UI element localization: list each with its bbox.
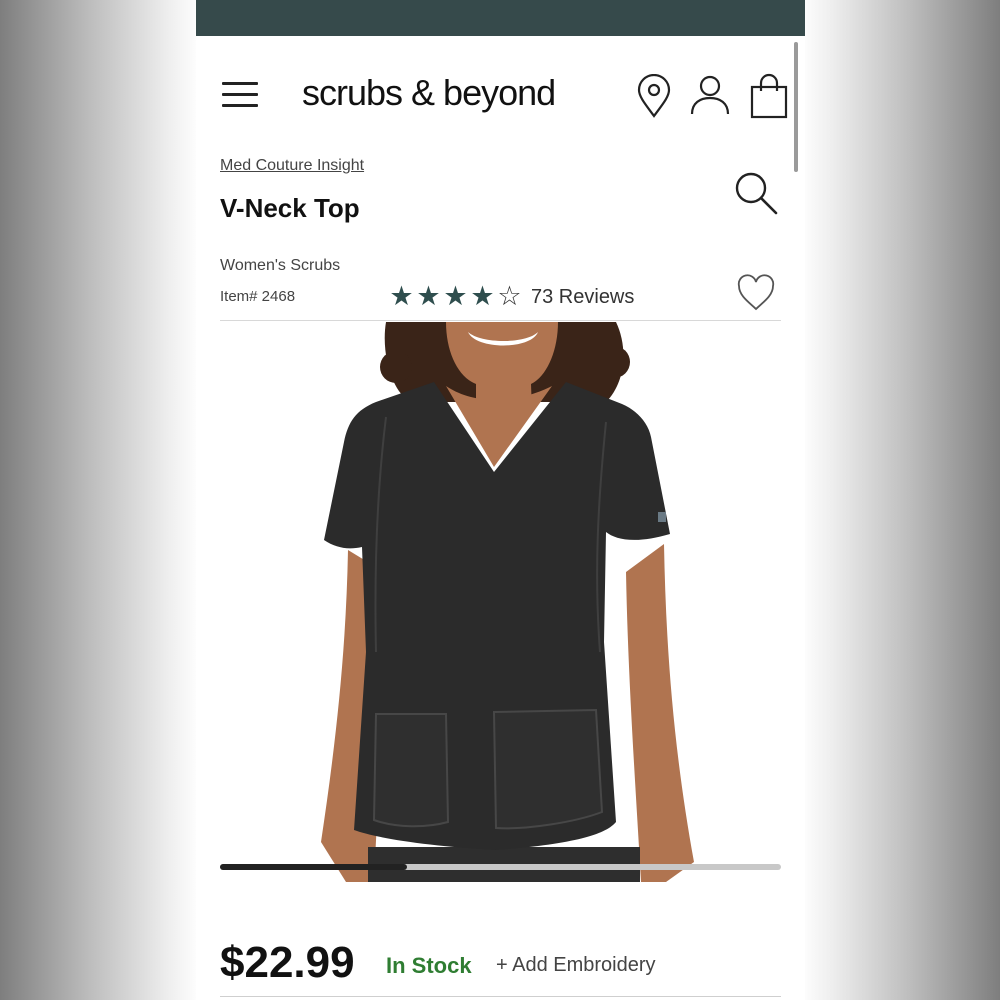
product-title: V-Neck Top <box>220 193 360 223</box>
reviews-link[interactable]: 73 Reviews <box>531 286 634 309</box>
menu-icon-line <box>222 104 258 107</box>
site-logo[interactable]: scrubs & beyond <box>302 72 556 114</box>
star-filled-icon: ★ <box>389 281 414 312</box>
search-icon <box>735 172 778 215</box>
status-bar <box>196 0 805 36</box>
section-divider <box>220 996 781 997</box>
page-scrollbar[interactable] <box>794 42 798 172</box>
wishlist-button[interactable] <box>736 274 776 312</box>
mobile-page: scrubs & beyond Med Couture Insight V-Ne… <box>196 0 805 1000</box>
section-divider <box>220 320 781 321</box>
menu-button[interactable] <box>220 78 260 110</box>
model-wearing-top-image <box>321 322 694 882</box>
menu-icon-line <box>222 93 258 96</box>
brand-link[interactable]: Med Couture Insight <box>220 157 364 175</box>
cart-button[interactable] <box>749 72 789 120</box>
add-embroidery-link[interactable]: + Add Embroidery <box>496 954 656 977</box>
star-filled-icon: ★ <box>416 281 441 312</box>
location-pin-icon <box>637 73 671 118</box>
image-carousel-indicator[interactable] <box>220 864 407 870</box>
account-icon <box>690 75 730 115</box>
item-number: Item# 2468 <box>220 288 296 305</box>
star-filled-icon: ★ <box>470 281 495 312</box>
stock-status: In Stock <box>386 953 472 978</box>
heart-icon <box>737 274 775 311</box>
product-category: Women's Scrubs <box>220 257 341 274</box>
product-image[interactable] <box>196 322 805 882</box>
account-button[interactable] <box>689 74 731 116</box>
star-empty-icon: ☆ <box>497 281 522 312</box>
product-price: $22.99 <box>220 938 355 987</box>
product-rating[interactable]: ★ ★ ★ ★ ☆ 73 Reviews <box>388 282 634 312</box>
shopping-bag-icon <box>750 73 788 119</box>
star-filled-icon: ★ <box>443 281 468 312</box>
menu-icon <box>222 82 258 85</box>
store-locator-button[interactable] <box>636 73 672 118</box>
search-button[interactable] <box>733 170 779 216</box>
